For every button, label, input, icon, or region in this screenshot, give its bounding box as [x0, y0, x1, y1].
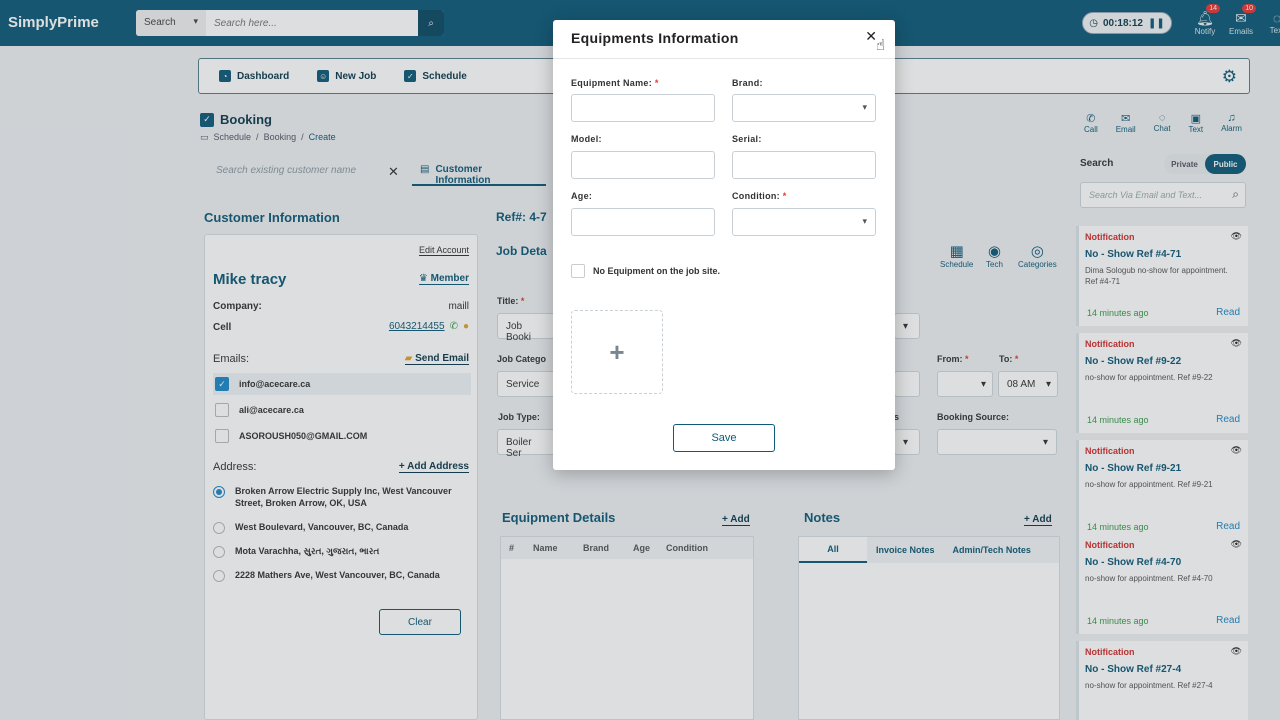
brand-select[interactable] [732, 94, 876, 122]
required-mark: * [654, 78, 659, 88]
age-input[interactable] [571, 208, 715, 236]
required-mark: * [782, 191, 787, 201]
condition-select[interactable] [732, 208, 876, 236]
age-label: Age: [571, 191, 593, 201]
equipment-name-label-text: Equipment Name: [571, 78, 653, 88]
equipment-name-input[interactable] [571, 94, 715, 122]
divider [553, 58, 895, 59]
hand-cursor-icon: ☝ [876, 37, 886, 54]
model-label: Model: [571, 134, 602, 144]
equipment-name-label: Equipment Name: * [571, 78, 659, 88]
condition-label-text: Condition: [732, 191, 780, 201]
brand-label: Brand: [732, 78, 763, 88]
condition-label: Condition: * [732, 191, 787, 201]
save-button[interactable]: Save [673, 424, 775, 452]
no-equipment-checkbox[interactable] [571, 264, 585, 278]
no-equipment-label: No Equipment on the job site. [593, 266, 720, 276]
modal-title: Equipments Information [571, 30, 739, 46]
model-input[interactable] [571, 151, 715, 179]
no-equipment-option[interactable]: No Equipment on the job site. [571, 264, 720, 278]
serial-input[interactable] [732, 151, 876, 179]
plus-icon: + [609, 336, 625, 367]
serial-label: Serial: [732, 134, 762, 144]
equipment-modal: Equipments Information ✕ Equipment Name:… [553, 20, 895, 470]
upload-image-button[interactable]: + [571, 310, 663, 394]
